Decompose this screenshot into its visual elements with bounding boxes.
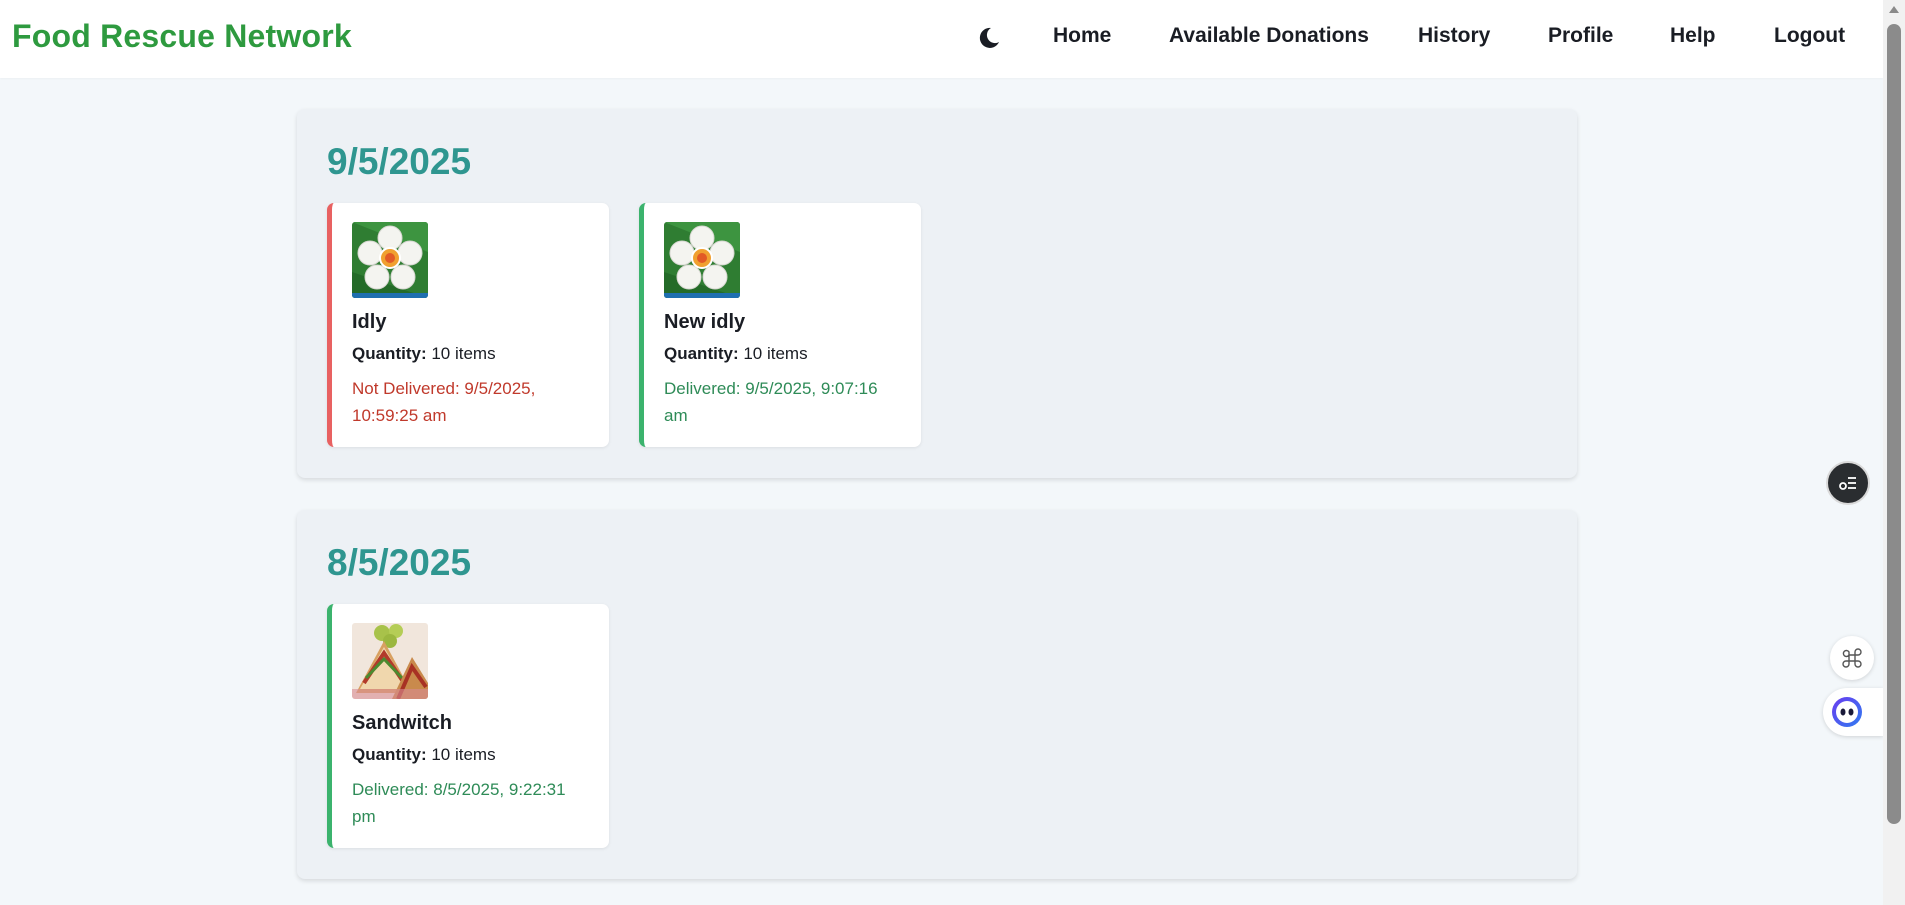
- command-icon[interactable]: [1830, 636, 1874, 680]
- assistant-face-icon[interactable]: [1823, 688, 1883, 736]
- history-date-group: 9/5/2025 Idly Quantity: 10 items Not Del…: [297, 109, 1577, 478]
- delivery-status: Delivered: 8/5/2025, 9:22:31 pm: [352, 780, 566, 826]
- donation-name: New idly: [664, 311, 746, 333]
- donation-card[interactable]: Sandwitch Quantity: 10 items Delivered: …: [327, 604, 609, 848]
- quantity-label: Quantity:: [664, 344, 739, 363]
- quantity-value: 10 items: [743, 344, 808, 363]
- nav-profile[interactable]: Profile: [1548, 24, 1613, 48]
- page-scrollbar[interactable]: [1883, 0, 1905, 905]
- group-date-heading: 8/5/2025: [327, 542, 472, 583]
- quantity-value: 10 items: [431, 745, 496, 764]
- idly-photo: [352, 222, 428, 298]
- quantity-value: 10 items: [431, 344, 496, 363]
- donation-name: Sandwitch: [352, 712, 453, 734]
- nav-help[interactable]: Help: [1670, 24, 1716, 48]
- sandwich-photo: [352, 623, 428, 699]
- moon-icon[interactable]: [976, 25, 1002, 51]
- toggle-list-icon[interactable]: [1826, 461, 1870, 505]
- donation-card[interactable]: Idly Quantity: 10 items Not Delivered: 9…: [327, 203, 609, 447]
- group-date-heading: 9/5/2025: [327, 141, 472, 182]
- nav-history[interactable]: History: [1418, 24, 1490, 48]
- idly-photo: [664, 222, 740, 298]
- quantity-label: Quantity:: [352, 344, 427, 363]
- brand-title[interactable]: Food Rescue Network: [12, 18, 352, 55]
- nav-available-donations[interactable]: Available Donations: [1169, 24, 1369, 48]
- top-navbar: Food Rescue Network Home Available Donat…: [0, 0, 1883, 78]
- donation-quantity: Quantity: 10 items: [664, 344, 808, 364]
- scrollbar-thumb[interactable]: [1887, 24, 1901, 824]
- donation-quantity: Quantity: 10 items: [352, 745, 496, 765]
- donation-card[interactable]: New idly Quantity: 10 items Delivered: 9…: [639, 203, 921, 447]
- scroll-up-icon[interactable]: [1889, 6, 1899, 13]
- history-date-group: 8/5/2025 Sandwitch Quantity: 10 items De…: [297, 510, 1577, 879]
- nav-logout[interactable]: Logout: [1774, 24, 1845, 48]
- donation-name: Idly: [352, 311, 387, 333]
- delivery-status: Not Delivered: 9/5/2025, 10:59:25 am: [352, 379, 536, 425]
- delivery-status: Delivered: 9/5/2025, 9:07:16 am: [664, 379, 878, 425]
- donation-quantity: Quantity: 10 items: [352, 344, 496, 364]
- quantity-label: Quantity:: [352, 745, 427, 764]
- nav-home[interactable]: Home: [1053, 24, 1111, 48]
